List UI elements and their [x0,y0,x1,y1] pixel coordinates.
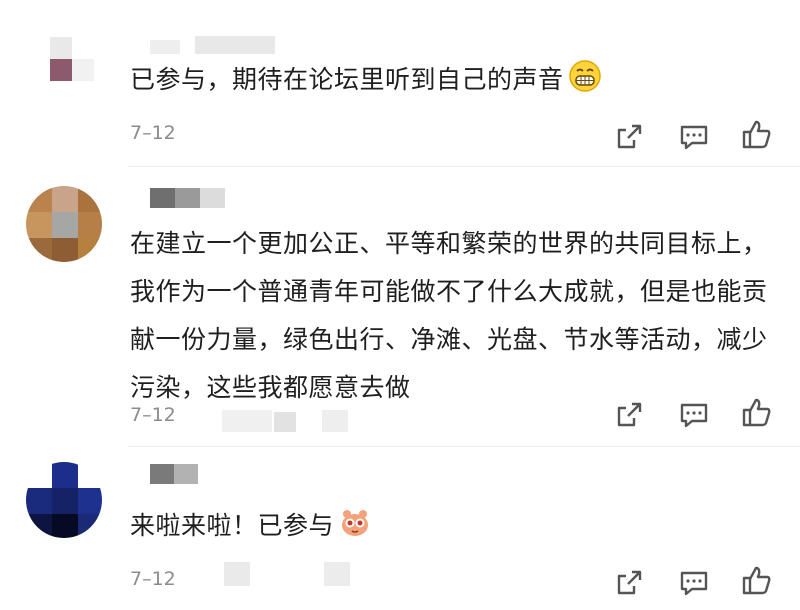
share-icon[interactable] [612,398,646,432]
reply-icon[interactable] [677,566,711,600]
thumbs-up-icon[interactable] [740,396,774,430]
comment-date: 7–12 [130,568,176,590]
reply-icon[interactable] [677,398,711,432]
share-icon[interactable] [612,120,646,154]
reply-icon[interactable] [677,120,711,154]
thumbs-up-icon[interactable] [740,564,774,598]
username-blurred[interactable] [150,464,210,484]
blurred-region [222,410,352,432]
cute-creature-emoji [338,505,372,555]
comment-text: 已参与，期待在论坛里听到自己的声音 [130,56,770,109]
comment-date: 7–12 [130,404,176,426]
grin-emoji [568,59,602,109]
comment-item: 来啦来啦！已参与 7–12 [0,446,800,610]
username-blurred[interactable] [150,188,230,208]
comment-date: 7–12 [130,122,176,144]
avatar[interactable] [26,462,102,538]
thumbs-up-icon[interactable] [740,118,774,152]
comment-item: 在建立一个更加公正、平等和繁荣的世界的共同目标上，我作为一个普通青年可能做不了什… [0,166,800,446]
comment-text: 在建立一个更加公正、平等和繁荣的世界的共同目标上，我作为一个普通青年可能做不了什… [130,229,768,402]
blurred-region [224,562,354,586]
avatar[interactable] [26,186,102,262]
share-icon[interactable] [612,566,646,600]
username-blurred[interactable] [150,36,280,54]
avatar[interactable] [30,32,106,92]
comment-text: 来啦来啦！已参与 [130,502,770,555]
comment-item: 已参与，期待在论坛里听到自己的声音 7–12 [0,0,800,165]
